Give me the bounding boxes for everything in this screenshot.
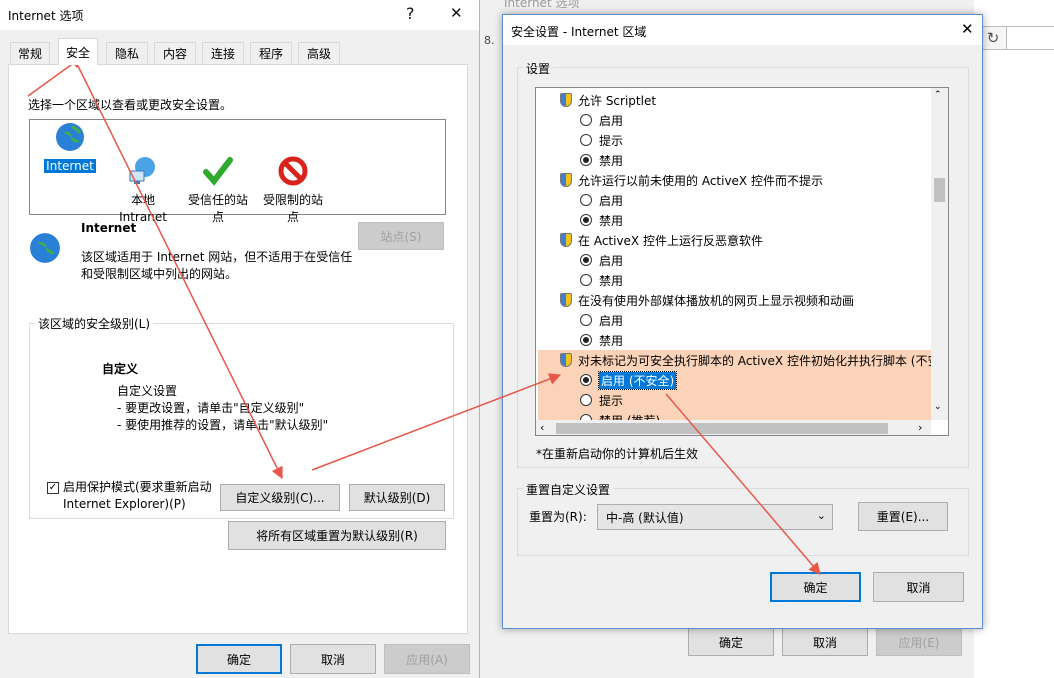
arrow-to-unsafe-option [311, 373, 562, 471]
arrow-to-ok-button [665, 393, 821, 575]
arrow-to-custom-level [77, 65, 283, 480]
tab-security[interactable]: 安全 [58, 38, 98, 65]
annotation-arrows [27, 56, 821, 575]
